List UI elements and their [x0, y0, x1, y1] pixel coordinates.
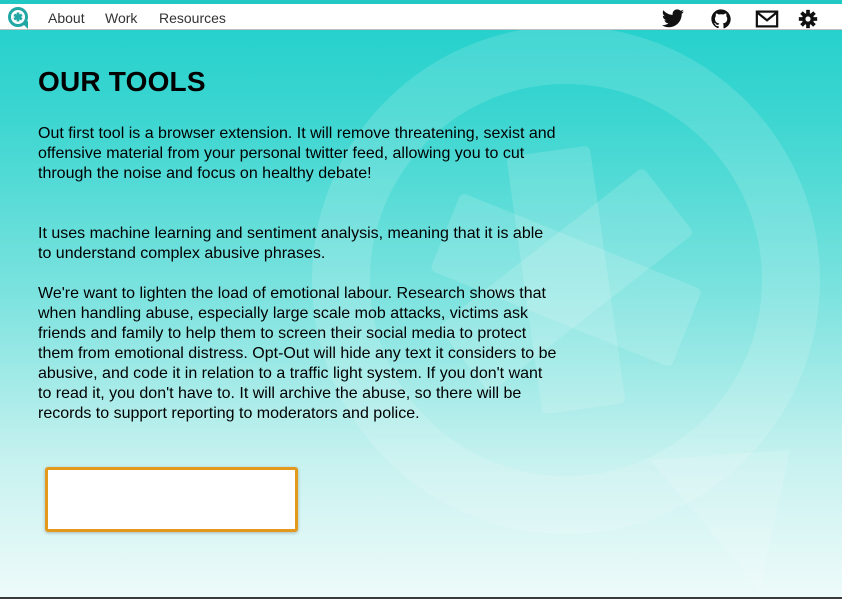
paragraph-intro: Out first tool is a browser extension. I…	[38, 125, 556, 182]
page-title: OUR TOOLS	[38, 66, 206, 97]
twitter-icon[interactable]	[661, 8, 685, 30]
gear-icon[interactable]	[796, 8, 820, 30]
nav-link-work[interactable]: Work	[105, 10, 137, 26]
mail-icon[interactable]	[755, 8, 779, 30]
top-nav-bar: About Work Resources	[0, 0, 842, 30]
paragraph-emotional-labour: We're want to lighten the load of emotio…	[38, 285, 557, 422]
opt-out-logo-icon[interactable]	[7, 6, 31, 30]
nav-link-resources[interactable]: Resources	[159, 10, 226, 26]
nav-link-about[interactable]: About	[48, 10, 85, 26]
cta-button[interactable]	[45, 467, 298, 532]
github-icon[interactable]	[709, 8, 733, 30]
paragraph-machine-learning: It uses machine learning and sentiment a…	[38, 225, 544, 262]
